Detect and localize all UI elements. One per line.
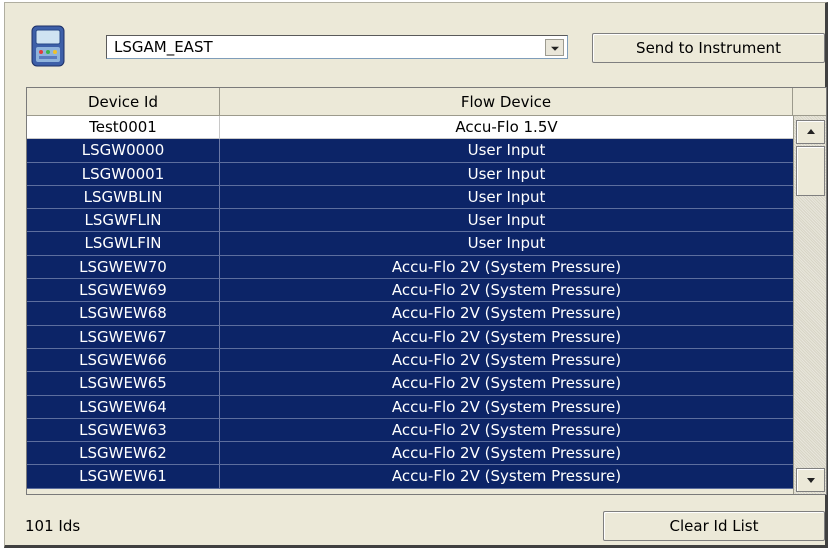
flow-device-cell: Accu-Flo 2V (System Pressure) xyxy=(391,420,622,439)
instrument-window: LSGAM_EAST Send to Instrument Device Id … xyxy=(4,2,828,548)
table-row[interactable]: LSGWEW69 Accu-Flo 2V (System Pressure) xyxy=(27,279,793,303)
id-count: 101 Ids xyxy=(25,517,81,535)
flow-device-cell: Accu-Flo 2V (System Pressure) xyxy=(391,444,622,463)
flow-device-cell: Accu-Flo 2V (System Pressure) xyxy=(391,281,622,300)
column-header-device-id[interactable]: Device Id xyxy=(27,88,220,116)
site-select[interactable]: LSGAM_EAST xyxy=(106,35,568,59)
flow-device-cell: Accu-Flo 2V (System Pressure) xyxy=(391,374,622,393)
flow-device-cell: Accu-Flo 1.5V xyxy=(455,118,558,136)
clear-id-list-button[interactable]: Clear Id List xyxy=(603,511,825,541)
header-corner xyxy=(793,88,826,116)
pda-instrument-icon xyxy=(31,25,65,67)
device-grid[interactable]: Device Id Flow Device Test0001 Accu-Flo 1… xyxy=(26,87,827,495)
vertical-scrollbar[interactable] xyxy=(793,116,826,494)
device-id-cell: LSGWEW63 xyxy=(27,418,220,442)
table-row[interactable]: LSGWEW61 Accu-Flo 2V (System Pressure) xyxy=(27,465,793,489)
table-row[interactable]: LSGWEW63 Accu-Flo 2V (System Pressure) xyxy=(27,418,793,443)
flow-device-cell: Accu-Flo 2V (System Pressure) xyxy=(391,397,622,416)
flow-device-cell: Accu-Flo 2V (System Pressure) xyxy=(391,467,622,486)
table-row[interactable]: LSGW0000 User Input xyxy=(27,139,793,163)
table-row[interactable]: LSGWEW65 Accu-Flo 2V (System Pressure) xyxy=(27,372,793,396)
device-id-cell: LSGWEW68 xyxy=(27,302,220,325)
table-row[interactable]: LSGWEW66 Accu-Flo 2V (System Pressure) xyxy=(27,348,793,373)
send-to-instrument-button[interactable]: Send to Instrument xyxy=(592,33,825,63)
site-select-value: LSGAM_EAST xyxy=(114,38,213,56)
table-row[interactable]: LSGW0001 User Input xyxy=(27,162,793,186)
flow-device-cell: Accu-Flo 2V (System Pressure) xyxy=(391,257,622,276)
flow-device-cell: User Input xyxy=(467,164,546,183)
device-id-cell: LSGWBLIN xyxy=(27,185,220,209)
table-row[interactable]: LSGWEW64 Accu-Flo 2V (System Pressure) xyxy=(27,395,793,419)
device-id-cell: LSGWEW66 xyxy=(27,348,220,372)
flow-device-cell: Accu-Flo 2V (System Pressure) xyxy=(391,327,622,346)
clear-id-list-label: Clear Id List xyxy=(669,517,759,535)
table-row[interactable]: LSGWFLIN User Input xyxy=(27,209,793,233)
table-row[interactable]: LSGWBLIN User Input xyxy=(27,185,793,210)
table-row[interactable]: LSGWLFIN User Input xyxy=(27,232,793,256)
table-row[interactable]: LSGWEW67 Accu-Flo 2V (System Pressure) xyxy=(27,325,793,349)
table-row[interactable]: LSGWEW68 Accu-Flo 2V (System Pressure) xyxy=(27,302,793,326)
flow-device-cell: Accu-Flo 2V (System Pressure) xyxy=(391,350,622,369)
column-header-flow-device[interactable]: Flow Device xyxy=(220,88,793,116)
device-id-cell: LSGWEW64 xyxy=(27,395,220,418)
device-id-cell: LSGWEW67 xyxy=(27,325,220,348)
flow-device-cell: User Input xyxy=(467,234,546,253)
flow-device-cell: User Input xyxy=(467,211,546,230)
device-id-cell: LSGWLFIN xyxy=(27,232,220,255)
scroll-down-icon[interactable] xyxy=(796,468,825,492)
table-row[interactable]: Test0001 Accu-Flo 1.5V xyxy=(27,116,793,140)
device-id-cell: LSGWEW65 xyxy=(27,372,220,395)
device-id-cell: LSGWEW62 xyxy=(27,442,220,465)
flow-device-cell: User Input xyxy=(467,187,546,206)
device-id-cell: LSGWFLIN xyxy=(27,209,220,232)
table-row[interactable]: LSGWEW70 Accu-Flo 2V (System Pressure) xyxy=(27,255,793,280)
table-row[interactable]: LSGWEW62 Accu-Flo 2V (System Pressure) xyxy=(27,442,793,466)
flow-device-cell: Accu-Flo 2V (System Pressure) xyxy=(391,304,622,323)
device-rows: Test0001 Accu-Flo 1.5V LSGW0000 User Input L… xyxy=(27,116,793,489)
chevron-down-icon[interactable] xyxy=(545,39,564,56)
device-id-cell: LSGWEW70 xyxy=(27,255,220,279)
scroll-thumb[interactable] xyxy=(796,146,825,196)
device-id-cell: LSGWEW69 xyxy=(27,279,220,302)
send-to-instrument-label: Send to Instrument xyxy=(636,39,781,57)
scroll-up-icon[interactable] xyxy=(796,120,825,144)
device-id-cell: LSGW0000 xyxy=(27,139,220,162)
device-id-cell: LSGWEW61 xyxy=(27,465,220,488)
flow-device-cell: User Input xyxy=(467,141,546,160)
device-id-cell: LSGW0001 xyxy=(27,162,220,185)
device-id-cell: Test0001 xyxy=(27,116,220,139)
